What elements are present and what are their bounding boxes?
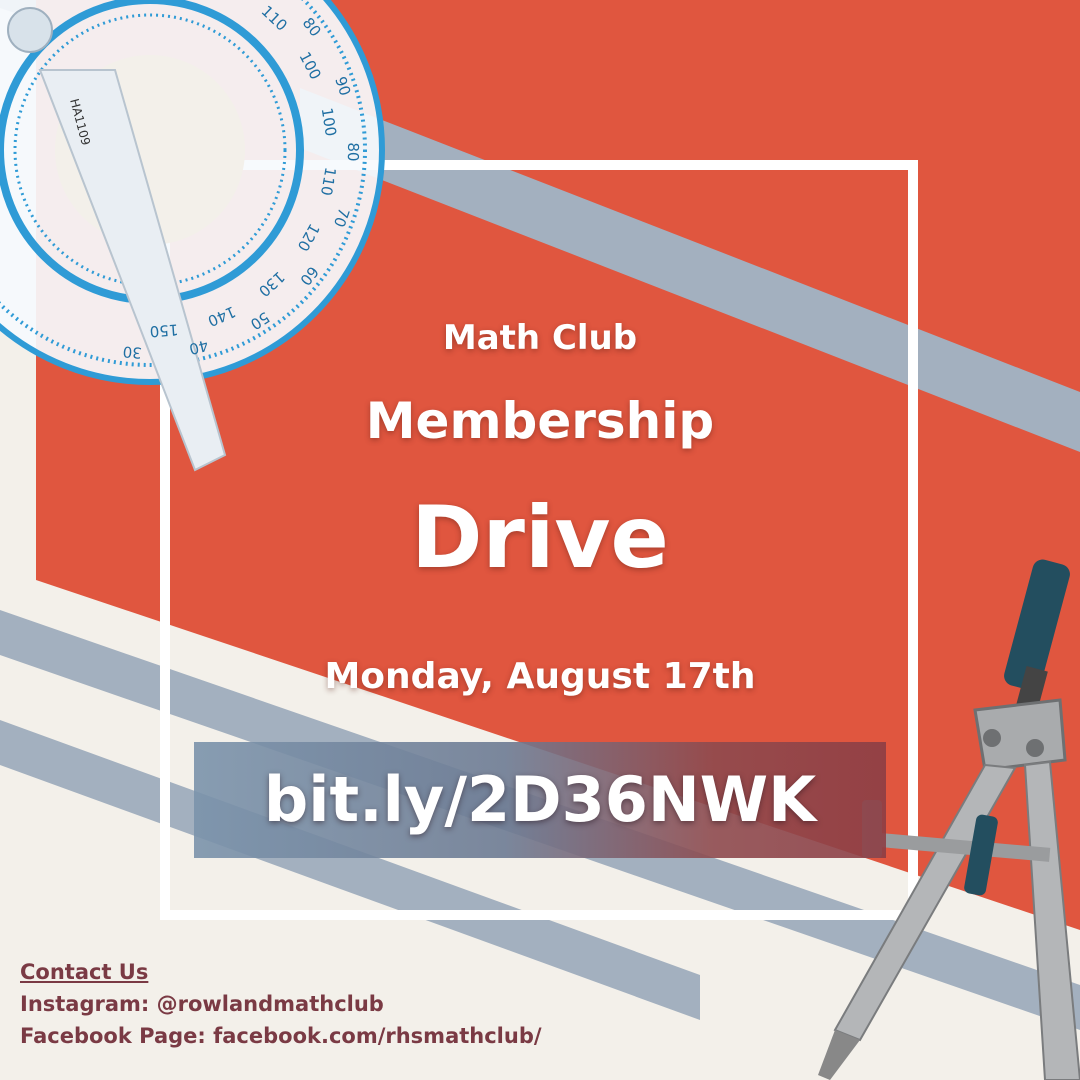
protractor-scale-label: 30 <box>122 342 143 362</box>
contact-section: Contact Us Instagram: @rowlandmathclub F… <box>20 956 542 1052</box>
club-name: Math Club <box>442 318 638 358</box>
headline-drive: Drive <box>411 488 669 588</box>
protractor-scale-label: 80 <box>344 142 362 161</box>
signup-link[interactable]: bit.ly/2D36NWK <box>194 742 886 858</box>
headline-membership: Membership <box>365 392 715 450</box>
instagram-handle[interactable]: Instagram: @rowlandmathclub <box>20 988 542 1020</box>
poster: HA1109 601207011080100901008011070120601… <box>0 0 1080 1080</box>
contact-heading: Contact Us <box>20 960 149 984</box>
event-date: Monday, August 17th <box>324 656 756 697</box>
facebook-page[interactable]: Facebook Page: facebook.com/rhsmathclub/ <box>20 1020 542 1052</box>
